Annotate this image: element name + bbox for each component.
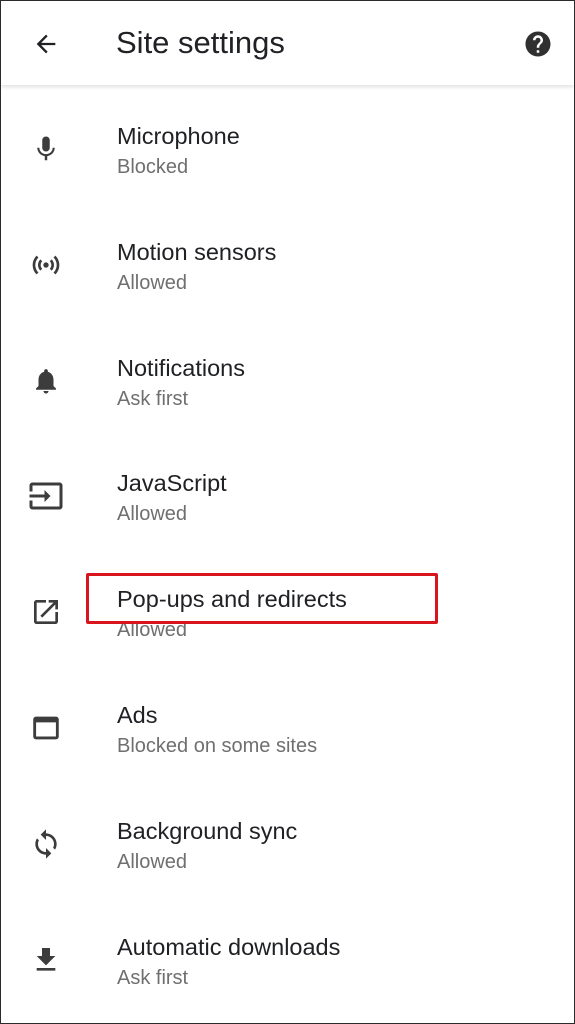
item-status: Ask first xyxy=(117,387,189,410)
list-item-pop-ups-and-redirects[interactable]: Pop-ups and redirects Allowed xyxy=(1,554,574,670)
ads-window-icon xyxy=(26,708,66,748)
help-circle-icon xyxy=(523,29,553,59)
microphone-icon xyxy=(26,129,66,169)
site-settings-list: Microphone Blocked Motion sensors Allowe… xyxy=(1,91,574,1017)
list-item-microphone[interactable]: Microphone Blocked xyxy=(1,91,574,207)
motion-sensors-icon xyxy=(26,245,66,285)
sync-icon xyxy=(26,824,66,864)
item-label: Ads xyxy=(117,701,158,728)
item-status: Ask first xyxy=(117,966,189,989)
list-item-notifications[interactable]: Notifications Ask first xyxy=(1,323,574,439)
item-label: Motion sensors xyxy=(117,238,277,265)
item-label: Notifications xyxy=(117,354,245,381)
open-external-icon xyxy=(26,592,66,632)
item-status: Allowed xyxy=(117,850,188,873)
page-title: Site settings xyxy=(116,25,285,60)
item-status: Allowed xyxy=(117,619,188,642)
javascript-icon xyxy=(26,476,66,516)
app-bar: Site settings xyxy=(1,1,574,85)
list-item-motion-sensors[interactable]: Motion sensors Allowed xyxy=(1,207,574,323)
bell-icon xyxy=(26,361,66,401)
list-item-javascript[interactable]: JavaScript Allowed xyxy=(1,438,574,554)
back-button[interactable] xyxy=(27,25,65,63)
item-label: Background sync xyxy=(117,817,298,844)
download-icon xyxy=(26,940,66,980)
list-item-background-sync[interactable]: Background sync Allowed xyxy=(1,786,574,902)
screen: Site settings Microphone Blocked Motion … xyxy=(0,0,575,1024)
item-label: JavaScript xyxy=(117,470,227,497)
item-label: Automatic downloads xyxy=(117,933,341,960)
list-item-automatic-downloads[interactable]: Automatic downloads Ask first xyxy=(1,902,574,1018)
item-label: Pop-ups and redirects xyxy=(117,586,347,613)
item-label: Microphone xyxy=(117,123,240,149)
arrow-back-icon xyxy=(32,30,60,58)
help-button[interactable] xyxy=(523,29,553,59)
item-status: Blocked xyxy=(117,156,189,178)
item-status: Blocked on some sites xyxy=(117,734,318,757)
item-status: Allowed xyxy=(117,503,188,526)
item-status: Allowed xyxy=(117,271,188,294)
list-item-ads[interactable]: Ads Blocked on some sites xyxy=(1,670,574,786)
